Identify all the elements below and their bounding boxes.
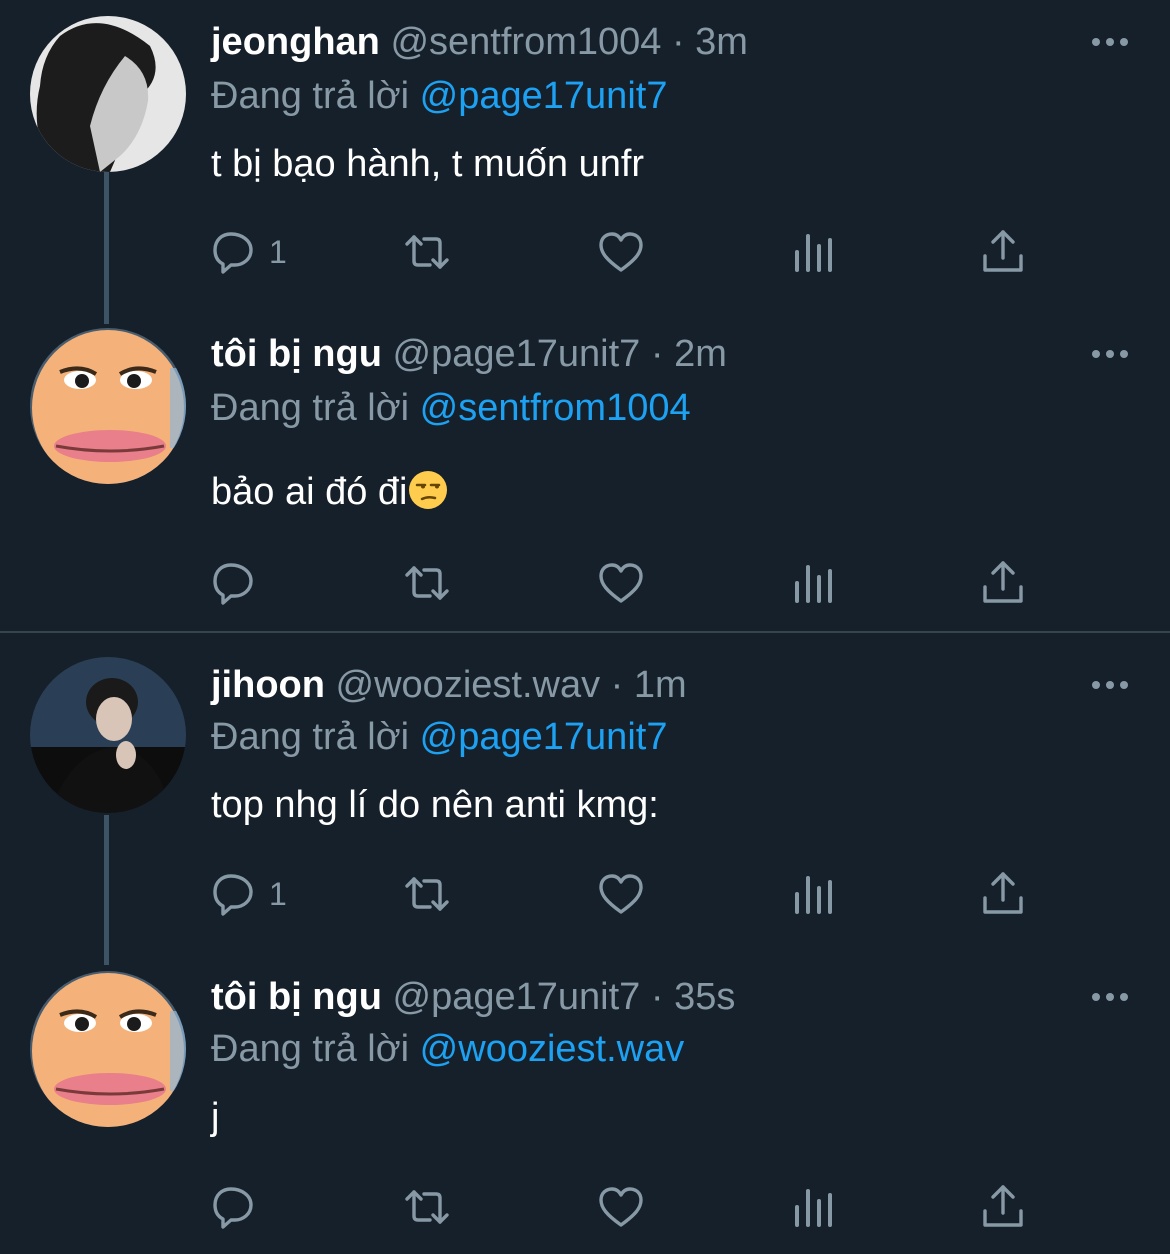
action-bar (211, 1182, 1041, 1232)
more-options-icon[interactable] (1090, 32, 1130, 52)
analytics-icon (795, 565, 832, 603)
tweet-header: tôi bị ngu @page17unit7 · 35s (211, 973, 1100, 1021)
user-handle[interactable]: @wooziest.wav (336, 664, 601, 706)
separator-dot: · (610, 664, 624, 706)
share-button[interactable] (979, 558, 1027, 608)
timestamp[interactable]: 2m (674, 333, 727, 375)
action-bar: 1 (211, 227, 1041, 277)
more-options-icon[interactable] (1090, 987, 1130, 1007)
more-options-icon[interactable] (1090, 675, 1130, 695)
replying-to: Đang trả lời @page17unit7 (211, 72, 667, 120)
mention-link[interactable]: @page17unit7 (420, 75, 668, 117)
reply-count: 1 (269, 233, 287, 270)
mention-link[interactable]: @sentfrom1004 (420, 387, 691, 429)
avatar[interactable] (30, 328, 186, 484)
user-handle[interactable]: @page17unit7 (393, 333, 641, 375)
action-bar: 1 (211, 869, 1041, 919)
mention-link[interactable]: @page17unit7 (420, 716, 668, 758)
separator-dot: · (671, 21, 685, 63)
display-name[interactable]: tôi bị ngu (211, 976, 382, 1018)
replying-label: Đang trả lời (211, 1028, 410, 1070)
reply-button[interactable] (211, 1182, 269, 1232)
retweet-button[interactable] (403, 1182, 451, 1232)
timestamp[interactable]: 3m (695, 21, 748, 63)
retweet-icon (405, 1190, 449, 1224)
analytics-button[interactable] (789, 227, 837, 277)
tweet-body: bảo ai đó đi (211, 468, 448, 516)
like-icon (599, 874, 643, 914)
replying-label: Đang trả lời (211, 387, 410, 429)
separator-dot: · (650, 333, 664, 375)
replying-label: Đang trả lời (211, 716, 410, 758)
retweet-icon (405, 235, 449, 269)
tweet-header: tôi bị ngu @page17unit7 · 2m (211, 330, 1100, 378)
tweet[interactable]: jeonghan @sentfrom1004 · 3m Đang trả lời… (0, 0, 1170, 320)
display-name[interactable]: jeonghan (211, 21, 380, 63)
tweet-text: top nhg lí do nên anti kmg: (211, 784, 659, 826)
analytics-button[interactable] (789, 1182, 837, 1232)
like-button[interactable] (597, 558, 645, 608)
replying-to: Đang trả lời @page17unit7 (211, 713, 667, 761)
share-button[interactable] (979, 1182, 1027, 1232)
replying-to: Đang trả lời @sentfrom1004 (211, 384, 691, 432)
like-icon (599, 563, 643, 603)
display-name[interactable]: jihoon (211, 664, 325, 706)
like-icon (599, 232, 643, 272)
replying-to: Đang trả lời @wooziest.wav (211, 1025, 684, 1073)
analytics-icon (795, 876, 832, 914)
tweet-text: t bị bạo hành, t muốn unfr (211, 143, 645, 185)
reply-icon (213, 232, 253, 274)
share-icon (983, 1185, 1023, 1227)
retweet-icon (405, 566, 449, 600)
avatar[interactable] (30, 657, 186, 813)
retweet-button[interactable] (403, 227, 451, 277)
tweet-header: jihoon @wooziest.wav · 1m (211, 661, 1100, 709)
unamused-face-emoji (408, 471, 447, 509)
analytics-button[interactable] (789, 558, 837, 608)
tweet-text: bảo ai đó đi (211, 471, 408, 513)
user-handle[interactable]: @sentfrom1004 (390, 21, 661, 63)
separator-dot: · (650, 976, 664, 1018)
user-handle[interactable]: @page17unit7 (393, 976, 641, 1018)
reply-icon (213, 874, 253, 916)
reply-button[interactable] (211, 558, 269, 608)
retweet-icon (405, 877, 449, 911)
tweet-header: jeonghan @sentfrom1004 · 3m (211, 18, 1100, 66)
retweet-button[interactable] (403, 869, 451, 919)
like-button[interactable] (597, 869, 645, 919)
mention-link[interactable]: @wooziest.wav (420, 1028, 685, 1070)
avatar[interactable] (30, 971, 186, 1127)
action-bar (211, 558, 1041, 608)
share-icon (983, 872, 1023, 914)
reply-icon (213, 563, 253, 605)
more-options-icon[interactable] (1090, 344, 1130, 364)
share-icon (983, 561, 1023, 603)
replying-label: Đang trả lời (211, 75, 410, 117)
reply-count: 1 (269, 875, 287, 912)
reply-button[interactable]: 1 (211, 869, 287, 919)
reply-button[interactable]: 1 (211, 227, 287, 277)
retweet-button[interactable] (403, 558, 451, 608)
analytics-icon (795, 234, 832, 272)
tweet-text: j (211, 1096, 220, 1138)
tweet[interactable]: jihoon @wooziest.wav · 1m Đang trả lời @… (0, 633, 1170, 963)
share-icon (983, 230, 1023, 272)
timestamp[interactable]: 1m (634, 664, 687, 706)
display-name[interactable]: tôi bị ngu (211, 333, 382, 375)
analytics-button[interactable] (789, 869, 837, 919)
share-button[interactable] (979, 227, 1027, 277)
tweet[interactable]: tôi bị ngu @page17unit7 · 2m Đang trả lờ… (0, 320, 1170, 630)
like-icon (599, 1187, 643, 1227)
like-button[interactable] (597, 1182, 645, 1232)
like-button[interactable] (597, 227, 645, 277)
avatar[interactable] (30, 16, 186, 172)
reply-icon (213, 1187, 253, 1229)
share-button[interactable] (979, 869, 1027, 919)
timestamp[interactable]: 35s (674, 976, 735, 1018)
tweet[interactable]: tôi bị ngu @page17unit7 · 35s Đang trả l… (0, 963, 1170, 1254)
analytics-icon (795, 1189, 832, 1227)
